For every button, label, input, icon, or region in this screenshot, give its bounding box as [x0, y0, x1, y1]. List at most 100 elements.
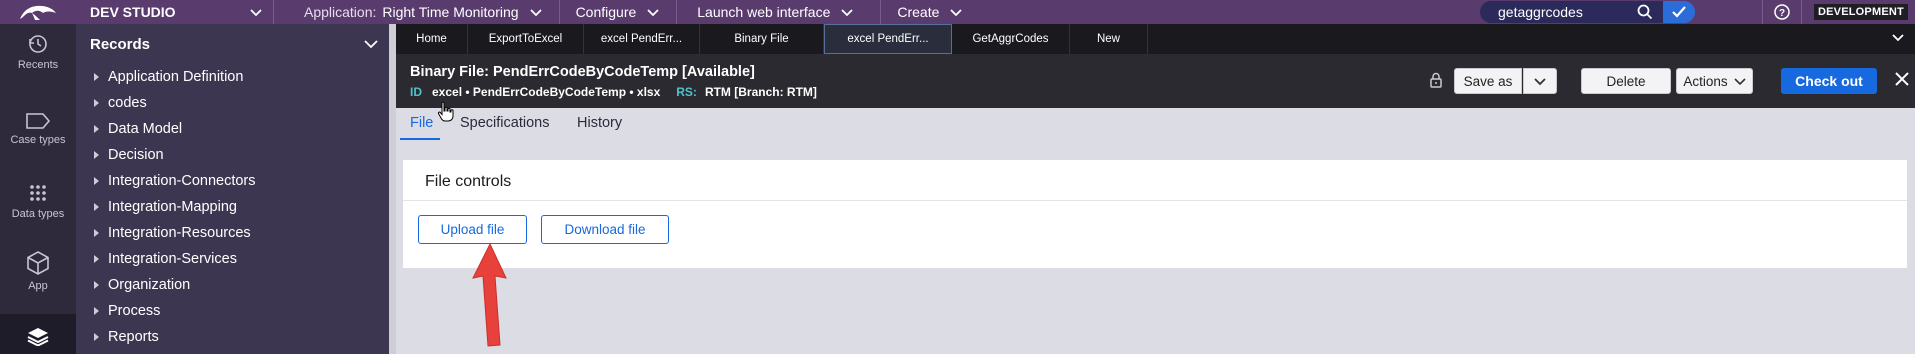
expand-arrow-icon	[94, 281, 99, 289]
expand-arrow-icon	[94, 203, 99, 211]
records-item[interactable]: Integration-Resources	[76, 220, 389, 246]
search-bar: getaggrcodes	[1480, 1, 1695, 23]
upload-file-label: Upload file	[440, 222, 505, 237]
records-item[interactable]: Integration-Mapping	[76, 194, 389, 220]
download-file-button[interactable]: Download file	[541, 215, 669, 244]
history-icon	[29, 35, 47, 53]
rail-label: Data types	[11, 208, 65, 220]
records-item[interactable]: Application Definition	[76, 64, 389, 90]
close-icon[interactable]	[1893, 70, 1911, 88]
hand-cursor-icon	[437, 101, 454, 122]
save-as-label: Save as	[1463, 73, 1513, 89]
records-item-label: Integration-Connectors	[108, 173, 256, 189]
tab-new[interactable]: New	[1070, 24, 1148, 54]
expand-arrow-icon	[94, 255, 99, 263]
top-nav: Application: Right Time Monitoring Confi…	[274, 0, 979, 24]
actions-label: Actions	[1683, 73, 1728, 89]
tab-label: excel PendErr...	[600, 33, 683, 45]
record-subtabs: File Specifications History	[396, 108, 1915, 140]
tab-label: Binary File	[734, 33, 789, 45]
top-bar: DEV STUDIO Application: Right Time Monit…	[0, 0, 1915, 24]
expand-arrow-icon	[94, 177, 99, 185]
studio-label: DEV STUDIO	[90, 4, 176, 20]
actions-button[interactable]: Actions	[1676, 68, 1753, 94]
expand-arrow-icon	[94, 229, 99, 237]
tab-history[interactable]: History	[577, 115, 622, 131]
tab-label: GetAggrCodes	[972, 33, 1049, 45]
pega-logo-icon	[20, 5, 56, 20]
configure-menu[interactable]: Configure	[560, 0, 678, 24]
tab-label: Home	[416, 33, 447, 45]
layers-icon	[27, 328, 49, 346]
tab-excel-penderr-active[interactable]: excel PendErr...	[824, 24, 952, 54]
tab-home[interactable]: Home	[396, 24, 468, 54]
rail-item-data-types[interactable]: Data types	[0, 182, 76, 220]
rail-item-recents[interactable]: Recents	[0, 33, 76, 71]
records-item[interactable]: Process	[76, 298, 389, 324]
delete-label: Delete	[1606, 73, 1646, 89]
chevron-down-icon	[647, 9, 659, 17]
rail-item-records[interactable]	[0, 314, 76, 354]
search-icon[interactable]	[1637, 4, 1653, 20]
records-item[interactable]: Integration-Services	[76, 246, 389, 272]
expand-arrow-icon	[94, 125, 99, 133]
record-title: Binary File: PendErrCodeByCodeTemp [Avai…	[410, 64, 755, 80]
records-item[interactable]: Organization	[76, 272, 389, 298]
annotation-arrow-icon	[472, 242, 507, 347]
application-label: Application:	[304, 4, 377, 20]
tab-export-to-excel[interactable]: ExportToExcel	[468, 24, 584, 54]
pega-logo[interactable]	[0, 0, 76, 24]
records-item[interactable]: Integration-Connectors	[76, 168, 389, 194]
records-item[interactable]: Reports	[76, 324, 389, 350]
expand-arrow-icon	[94, 151, 99, 159]
file-controls-title: File controls	[425, 173, 512, 190]
rail-label: Case types	[10, 134, 66, 146]
chevron-down-icon	[950, 9, 963, 17]
search-submit-button[interactable]	[1662, 1, 1695, 23]
data-grid-icon	[30, 185, 46, 201]
panel-splitter[interactable]	[389, 24, 396, 354]
tabs-overflow-chevron-icon[interactable]	[1891, 33, 1905, 43]
delete-button[interactable]: Delete	[1581, 68, 1671, 94]
save-as-dropdown-button[interactable]	[1523, 68, 1557, 94]
tab-binary-file[interactable]: Binary File	[700, 24, 824, 54]
expand-arrow-icon	[94, 307, 99, 315]
application-value: Right Time Monitoring	[382, 4, 519, 20]
create-menu[interactable]: Create	[881, 0, 979, 24]
records-item[interactable]: codes	[76, 90, 389, 116]
tab-label: New	[1096, 33, 1120, 45]
application-menu[interactable]: Application: Right Time Monitoring	[274, 0, 560, 24]
records-item-label: Integration-Resources	[108, 225, 251, 241]
rail-item-case-types[interactable]: Case types	[0, 112, 76, 146]
save-as-button[interactable]: Save as	[1454, 68, 1522, 94]
records-item-label: Integration-Mapping	[108, 199, 237, 215]
records-item-label: Integration-Services	[108, 251, 237, 267]
tab-getaggrcodes[interactable]: GetAggrCodes	[952, 24, 1070, 54]
expand-arrow-icon	[94, 99, 99, 107]
records-panel: Records Application Definition codes Dat…	[76, 24, 389, 354]
record-rs-key: RS:	[676, 85, 697, 99]
tab-excel-penderr-1[interactable]: excel PendErr...	[584, 24, 700, 54]
rail-label: Recents	[17, 59, 59, 71]
rail-item-app[interactable]: App	[0, 250, 76, 292]
records-item-label: Application Definition	[108, 69, 244, 85]
tab-file[interactable]: File	[410, 115, 433, 131]
download-file-label: Download file	[564, 222, 646, 237]
tab-specifications[interactable]: Specifications	[460, 115, 549, 131]
record-rs-value: RTM [Branch: RTM]	[704, 85, 817, 99]
records-item-label: Process	[108, 303, 161, 319]
launch-menu[interactable]: Launch web interface	[677, 0, 882, 24]
records-item[interactable]: Data Model	[76, 116, 389, 142]
studio-switcher[interactable]: DEV STUDIO	[76, 0, 274, 24]
search-input[interactable]: getaggrcodes	[1480, 1, 1663, 23]
help-button[interactable]: ?	[1762, 0, 1802, 24]
records-title: Records	[90, 35, 151, 53]
lock-icon	[1430, 72, 1442, 88]
tab-label: excel PendErr...	[847, 33, 929, 45]
records-item[interactable]: Decision	[76, 142, 389, 168]
records-header[interactable]: Records	[76, 24, 389, 64]
launch-label: Launch web interface	[697, 4, 831, 20]
case-type-icon	[26, 113, 51, 129]
left-rail: Recents Case types Data types App	[0, 24, 76, 354]
check-out-button[interactable]: Check out	[1781, 68, 1877, 94]
